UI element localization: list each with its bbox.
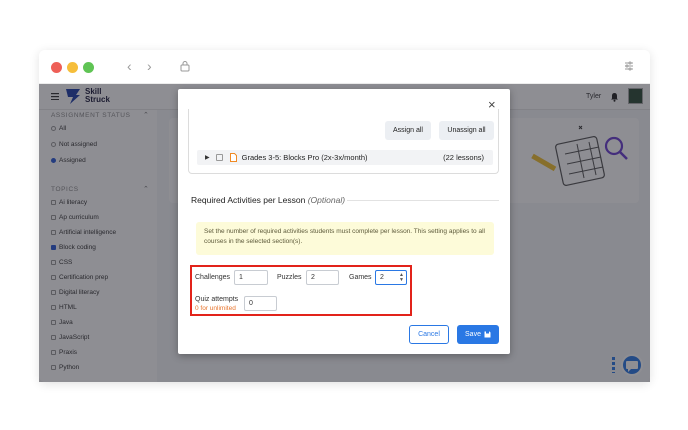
assign-modal: × Assign all Unassign all ▶ Grades 3-5: …	[178, 89, 510, 354]
lock-icon	[180, 61, 190, 72]
close-window-dot[interactable]	[51, 62, 62, 73]
floppy-disk-icon	[484, 331, 491, 338]
course-lessons: (22 lessons)	[443, 153, 484, 162]
section-title-text: Required Activities per Lesson	[191, 195, 306, 205]
spinner-icon[interactable]: ▲ ▼	[399, 272, 404, 283]
info-notice: Set the number of required activities st…	[196, 222, 494, 255]
games-label: Games	[349, 274, 372, 281]
course-name: Grades 3-5: Blocks Pro (2x-3x/month)	[241, 153, 368, 162]
browser-titlebar: ‹ ›	[39, 50, 650, 84]
chevron-right-icon[interactable]: ›	[147, 58, 152, 74]
cancel-button[interactable]: Cancel	[409, 325, 449, 344]
checkbox-icon[interactable]	[215, 154, 223, 161]
document-icon	[229, 153, 237, 162]
challenges-input[interactable]: 1	[234, 270, 268, 285]
puzzles-label: Puzzles	[277, 274, 302, 281]
save-button-label: Save	[465, 331, 481, 338]
games-input[interactable]: 2 ▲ ▼	[375, 270, 407, 285]
quiz-attempts-hint: 0 for unlimited	[195, 305, 236, 312]
course-row[interactable]: ▶ Grades 3-5: Blocks Pro (2x-3x/month) (…	[197, 150, 493, 165]
caret-right-icon[interactable]: ▶	[205, 154, 210, 161]
maximize-window-dot[interactable]	[83, 62, 94, 73]
divider	[347, 200, 499, 201]
quiz-attempts-input[interactable]: 0	[244, 296, 277, 311]
unassign-all-button[interactable]: Unassign all	[439, 121, 494, 140]
games-value: 2	[380, 274, 384, 281]
section-title: Required Activities per Lesson (Optional…	[191, 195, 345, 205]
save-button[interactable]: Save	[457, 325, 499, 344]
quiz-attempts-label: Quiz attempts	[195, 296, 239, 303]
section-optional-tag: (Optional)	[307, 195, 346, 205]
chevron-left-icon[interactable]: ‹	[127, 58, 132, 74]
assign-all-button[interactable]: Assign all	[385, 121, 431, 140]
minimize-window-dot[interactable]	[67, 62, 78, 73]
puzzles-input[interactable]: 2	[306, 270, 339, 285]
sliders-icon[interactable]	[624, 61, 634, 71]
challenges-label: Challenges	[195, 274, 231, 281]
